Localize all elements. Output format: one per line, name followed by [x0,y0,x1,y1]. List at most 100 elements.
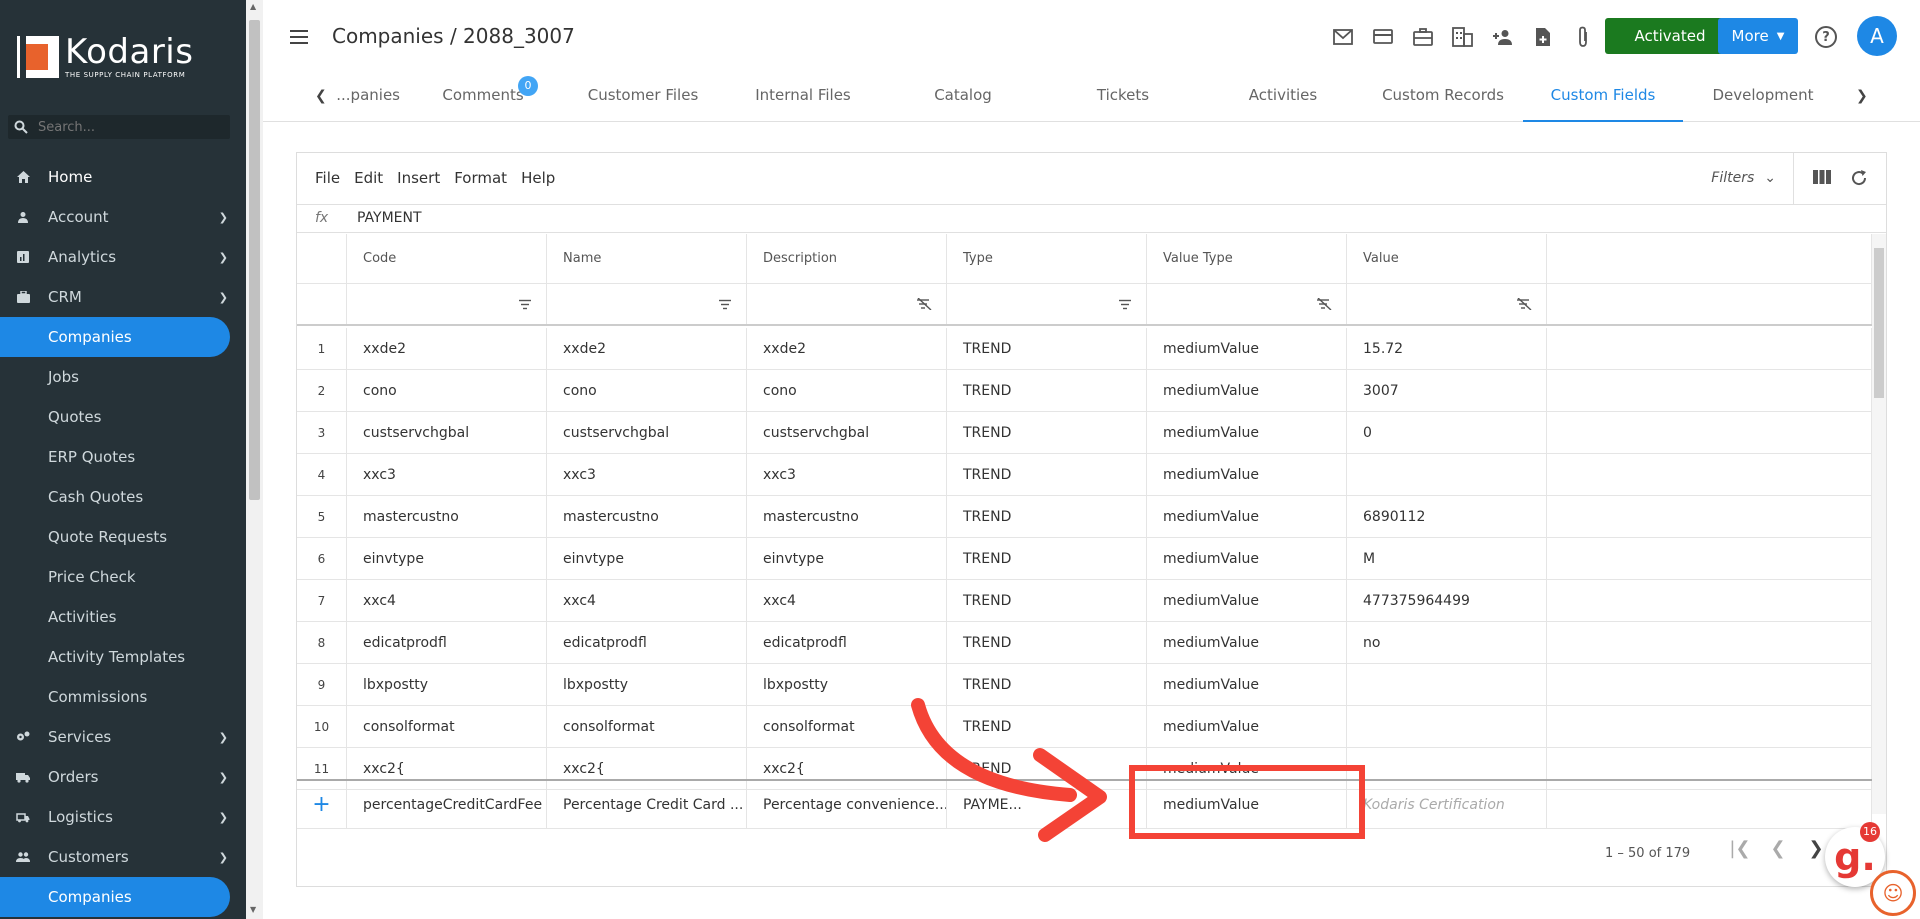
cell-value-type[interactable]: mediumValue [1147,706,1347,747]
cell-description[interactable]: einvtype [747,538,947,579]
column-header-description[interactable]: Description [747,234,947,283]
new-row-value[interactable]: Kodaris Certification [1347,781,1547,828]
sidebar-item-quotes[interactable]: Quotes [0,397,246,437]
sidebar-item-activity-templates[interactable]: Activity Templates [0,637,246,677]
filters-dropdown[interactable]: Filters ⌄ [1711,170,1776,186]
cell-description[interactable]: mastercustno [747,496,947,537]
help-icon[interactable]: ? [1815,26,1837,48]
cell-value[interactable] [1347,454,1547,495]
cell-value-type[interactable]: mediumValue [1147,622,1347,663]
filter-cell-code[interactable] [347,284,547,324]
filter-icon[interactable] [1118,299,1132,310]
cell-value-type[interactable]: mediumValue [1147,496,1347,537]
grid-scroll-thumb[interactable] [1874,248,1884,398]
add-file-icon[interactable] [1523,22,1563,52]
cell-value-type[interactable]: mediumValue [1147,412,1347,453]
cell-description[interactable]: xxc3 [747,454,947,495]
filter-cell-value[interactable] [1347,284,1547,324]
more-button[interactable]: More ▼ [1718,18,1798,54]
cell-name[interactable]: xxde2 [547,328,747,369]
filter-icon[interactable] [718,299,732,310]
filter-cell-value-type[interactable] [1147,284,1347,324]
activated-button[interactable]: Activated [1605,18,1735,54]
cell-value[interactable]: 15.72 [1347,328,1547,369]
menu-help[interactable]: Help [521,169,555,187]
sidebar-item-commissions[interactable]: Commissions [0,677,246,717]
cell-value[interactable] [1347,664,1547,705]
sidebar-item-customers[interactable]: Customers ❯ [0,837,246,877]
tab-custom-fields[interactable]: Custom Fields [1523,74,1683,122]
cell-value-type[interactable]: mediumValue [1147,370,1347,411]
menu-format[interactable]: Format [454,169,507,187]
refresh-icon[interactable] [1850,169,1868,191]
first-page-icon[interactable]: |❮ [1721,838,1759,859]
cell-name[interactable]: lbxpostty [547,664,747,705]
cell-description[interactable]: custservchgbal [747,412,947,453]
cell-value-type[interactable]: mediumValue [1147,538,1347,579]
sidebar-item-quote-requests[interactable]: Quote Requests [0,517,246,557]
tab-tickets[interactable]: Tickets [1043,74,1203,122]
cell-type[interactable]: TREND [947,496,1147,537]
plus-icon[interactable]: + [312,792,330,817]
sidebar-item-services[interactable]: Services ❯ [0,717,246,757]
cell-value[interactable] [1347,706,1547,747]
filter-clear-icon[interactable] [1516,298,1532,310]
new-row-code[interactable]: percentageCreditCardFee [347,781,547,828]
column-header-name[interactable]: Name [547,234,747,283]
briefcase-toolbar-icon[interactable] [1403,22,1443,52]
cell-type[interactable]: TREND [947,412,1147,453]
cell-description[interactable]: edicatprodfl [747,622,947,663]
filter-cell-description[interactable] [747,284,947,324]
formula-bar[interactable]: fx PAYMENT [297,205,1886,233]
cell-description[interactable]: xxc4 [747,580,947,621]
kodaris-logo[interactable]: Kodaris THE SUPPLY CHAIN PLATFORM [17,35,193,79]
sidebar-search-input[interactable] [38,119,208,135]
cell-code[interactable]: einvtype [347,538,547,579]
cell-type[interactable]: TREND [947,580,1147,621]
sidebar-scroll-thumb[interactable] [249,20,260,500]
cell-type[interactable]: TREND [947,454,1147,495]
cell-code[interactable]: consolformat [347,706,547,747]
chat-icon[interactable]: ☺ [1870,870,1916,916]
cell-value-type[interactable]: mediumValue [1147,664,1347,705]
chevron-right-icon[interactable]: ❯ [1856,88,1868,104]
avatar[interactable]: A [1857,16,1897,56]
tab-customer-files[interactable]: Customer Files [563,74,723,122]
tab-comments[interactable]: Comments 0 [403,74,563,122]
sidebar-item-crm[interactable]: CRM ❯ [0,277,246,317]
cell-type[interactable]: TREND [947,538,1147,579]
add-person-icon[interactable] [1483,22,1523,52]
tab-activities[interactable]: Activities [1203,74,1363,122]
cell-value[interactable]: 6890112 [1347,496,1547,537]
cell-name[interactable]: mastercustno [547,496,747,537]
cell-code[interactable]: cono [347,370,547,411]
sidebar-scrollbar[interactable]: ▲ ▼ [246,0,263,919]
cell-code[interactable]: custservchgbal [347,412,547,453]
cell-name[interactable]: cono [547,370,747,411]
cell-code[interactable]: mastercustno [347,496,547,537]
sidebar-item-customer-companies[interactable]: Companies [0,877,230,917]
cell-value-type[interactable]: mediumValue [1147,454,1347,495]
cell-value[interactable]: 0 [1347,412,1547,453]
sidebar-item-jobs[interactable]: Jobs [0,357,246,397]
cell-value[interactable]: no [1347,622,1547,663]
cell-description[interactable]: cono [747,370,947,411]
cell-code[interactable]: edicatprodfl [347,622,547,663]
sidebar-item-activities[interactable]: Activities [0,597,246,637]
cell-description[interactable]: xxde2 [747,328,947,369]
cell-code[interactable]: xxc4 [347,580,547,621]
cell-name[interactable]: xxc4 [547,580,747,621]
cell-name[interactable]: consolformat [547,706,747,747]
scroll-up-arrow-icon[interactable]: ▲ [250,2,256,11]
cell-name[interactable]: xxc3 [547,454,747,495]
sidebar-item-erp-quotes[interactable]: ERP Quotes [0,437,246,477]
tab-catalog[interactable]: Catalog [883,74,1043,122]
tab-custom-records[interactable]: Custom Records [1363,74,1523,122]
menu-edit[interactable]: Edit [354,169,383,187]
sidebar-item-companies[interactable]: Companies [0,317,230,357]
new-row-name[interactable]: Percentage Credit Card ... [547,781,747,828]
sidebar-item-logistics[interactable]: Logistics ❯ [0,797,246,837]
menu-file[interactable]: File [315,169,340,187]
cell-type[interactable]: TREND [947,370,1147,411]
filter-clear-icon[interactable] [916,298,932,310]
